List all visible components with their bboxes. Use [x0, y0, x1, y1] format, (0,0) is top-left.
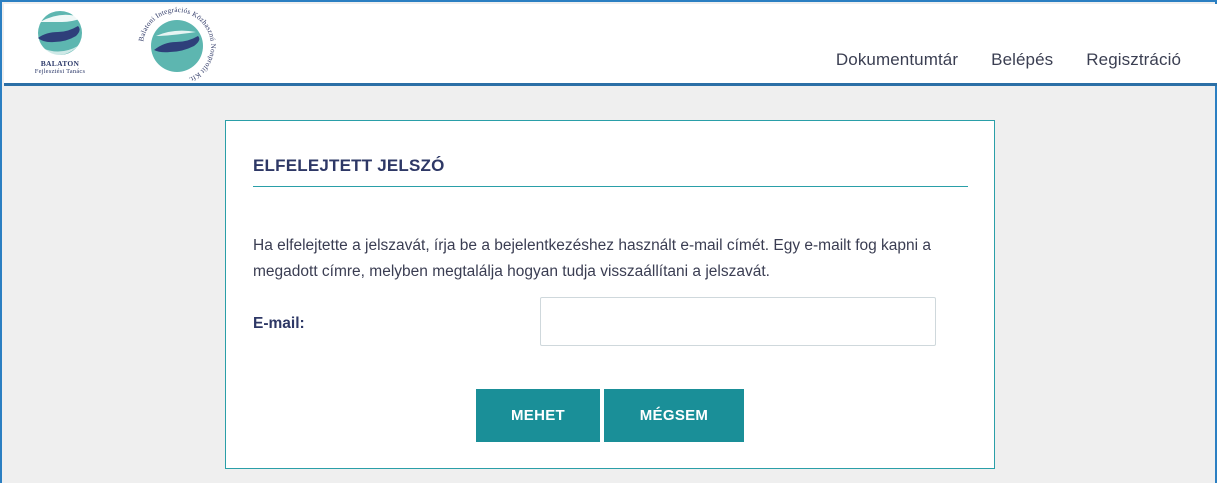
logo1-line2: Fejlesztési Tanács	[34, 68, 86, 75]
site-header: Balaton Fejlesztési Tanács Balatoni Inte…	[4, 4, 1217, 86]
email-label: E-mail:	[253, 315, 305, 332]
logo1-line1: Balaton	[40, 59, 80, 68]
submit-button[interactable]: MEHET	[476, 389, 600, 442]
page-frame: Balaton Fejlesztési Tanács Balatoni Inte…	[0, 0, 1217, 483]
forgot-password-card: ELFELEJTETT JELSZÓ Ha elfelejtette a jel…	[225, 120, 995, 469]
balaton-fejlesztesi-tanacs-logo[interactable]: Balaton Fejlesztési Tanács	[18, 8, 102, 84]
email-field[interactable]	[540, 297, 936, 346]
nav-dokumentumtar[interactable]: Dokumentumtár	[836, 50, 958, 70]
main-navigation: Dokumentumtár Belépés Regisztráció	[803, 50, 1181, 70]
balatoni-integracios-seal-icon: Balatoni Integrációs Közhasznú Nonprofit…	[137, 6, 217, 84]
balatoni-integracios-logo[interactable]: Balatoni Integrációs Közhasznú Nonprofit…	[132, 6, 222, 86]
logo1-caption: Balaton Fejlesztési Tanács	[18, 60, 102, 76]
nav-regisztracio[interactable]: Regisztráció	[1086, 50, 1181, 70]
balaton-lake-logo-icon	[38, 11, 82, 55]
nav-belepes[interactable]: Belépés	[991, 50, 1053, 70]
cancel-button[interactable]: MÉGSEM	[604, 389, 744, 442]
page-title: ELFELEJTETT JELSZÓ	[253, 156, 445, 175]
instructions-text: Ha elfelejtette a jelszavát, írja be a b…	[253, 237, 932, 280]
title-divider	[253, 186, 968, 187]
